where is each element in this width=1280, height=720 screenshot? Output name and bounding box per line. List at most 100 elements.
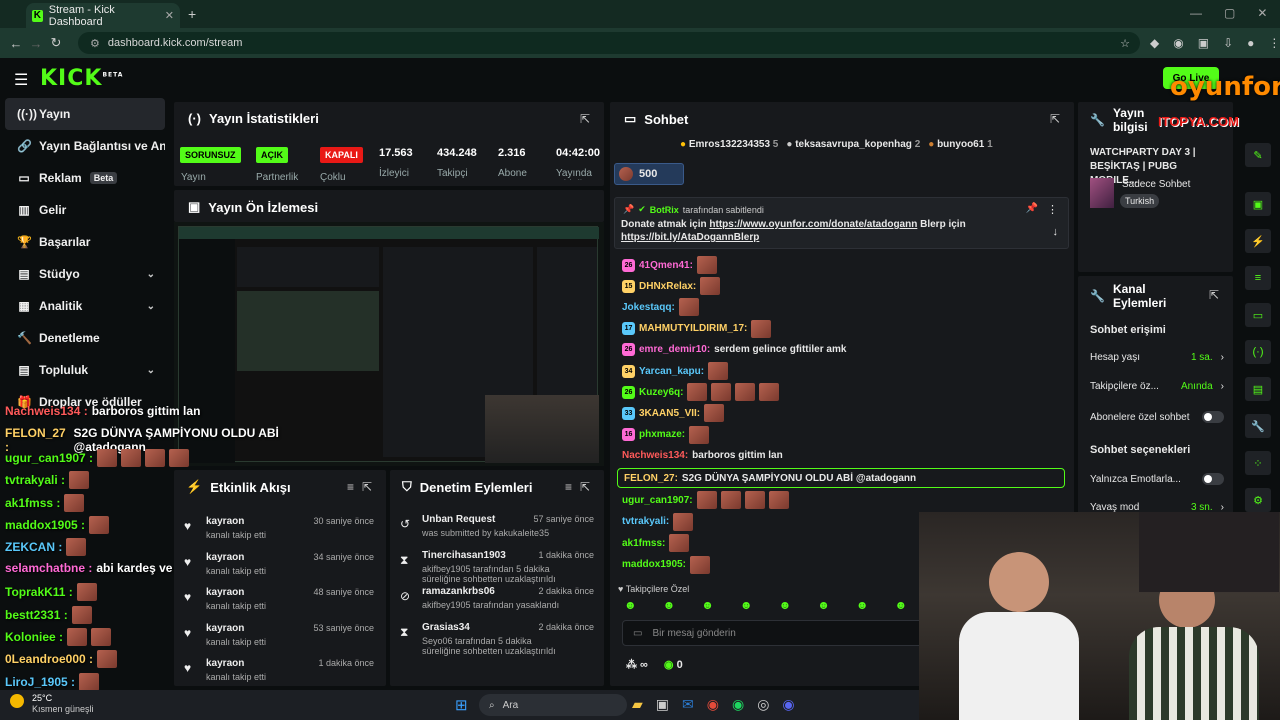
popout-icon[interactable]: ⇱ — [1050, 112, 1060, 126]
chat-message[interactable]: 26 Kuzey6q: — [622, 383, 780, 402]
sidebar-item-analitik[interactable]: ▦ Analitik ⌄ — [5, 290, 165, 322]
chat-message[interactable]: Nachweis134: barboros gittim lan — [622, 447, 783, 465]
quick-list-icon[interactable]: ≡ — [1245, 266, 1271, 290]
chat-message[interactable]: Jokestaqq: — [622, 298, 699, 317]
activity-user[interactable]: kayraon — [206, 587, 244, 598]
kick-logo[interactable]: KICKBETA — [40, 66, 123, 91]
emote-6-icon[interactable]: ☻ — [817, 598, 830, 612]
emote-7-icon[interactable]: ☻ — [856, 598, 869, 612]
activity-user[interactable]: kayraon — [206, 552, 244, 563]
sidebar-item-basarilar[interactable]: 🏆 Başarılar — [5, 226, 165, 258]
chat-username[interactable]: Yarcan_kapu: — [639, 366, 704, 377]
quick-dots-icon[interactable]: ⁘ — [1245, 451, 1271, 475]
chat-message[interactable]: ak1fmss: — [622, 534, 690, 552]
emote-8-icon[interactable]: ☻ — [894, 598, 907, 612]
goal-badge[interactable]: 500 — [614, 163, 684, 185]
emote-2-icon[interactable]: ☻ — [663, 598, 676, 612]
highlighted-message[interactable]: FELON_27: S2G DÜNYA ŞAMPİYONU OLDU ABİ @a… — [617, 468, 1065, 488]
moderation-user[interactable]: Tinercihasan1903 — [422, 550, 506, 561]
emote-4-icon[interactable]: ☻ — [740, 598, 753, 612]
url-bar[interactable]: ⚙ dashboard.kick.com/stream ☆ — [78, 32, 1140, 54]
chat-message[interactable]: 26 emre_demir10: serdem gelince gfittiler … — [622, 341, 846, 359]
window-close-icon[interactable]: ✕ — [1257, 6, 1267, 20]
windows-start-icon[interactable]: ⊞ — [455, 696, 468, 714]
quick-edit-icon[interactable]: ✎ — [1245, 143, 1271, 167]
maximize-icon[interactable]: ▢ — [1224, 6, 1235, 20]
popout-icon[interactable]: ⇱ — [1209, 288, 1219, 302]
gifter-3[interactable]: ● bunyoo61 1 — [928, 139, 992, 150]
chat-username[interactable]: tvtrakyali: — [622, 516, 669, 527]
quick-chat-icon[interactable]: ▭ — [1245, 303, 1271, 327]
expand-arrow-icon[interactable]: ↓ — [1053, 226, 1059, 238]
chat-message[interactable]: maddox1905: — [622, 555, 710, 574]
outlook-icon[interactable]: ✉ — [682, 696, 694, 713]
new-tab-icon[interactable]: + — [188, 6, 196, 22]
forward-icon[interactable]: → — [26, 33, 46, 53]
chat-username[interactable]: ak1fmss: — [622, 538, 665, 549]
category-name[interactable]: Sadece Sohbet — [1122, 179, 1190, 190]
reload-icon[interactable]: ↻ — [46, 33, 66, 53]
chat-username[interactable]: 3KAAN5_VII: — [639, 408, 700, 419]
activity-user[interactable]: kayraon — [206, 623, 244, 634]
filter-icon[interactable]: ≡ — [347, 480, 354, 494]
popout-icon[interactable]: ⇱ — [362, 480, 372, 494]
chat-username[interactable]: Jokestaqq: — [622, 302, 675, 313]
store-icon[interactable]: ▣ — [656, 696, 669, 713]
infinity-icon[interactable]: ⁂ ∞ — [626, 658, 648, 671]
browser-tab[interactable]: K Stream - Kick Dashboard ✕ — [26, 3, 180, 28]
emote-3-icon[interactable]: ☻ — [701, 598, 714, 612]
gifter-2[interactable]: ● teksasavrupa_kopenhag 2 — [786, 139, 920, 150]
back-icon[interactable]: ← — [6, 33, 26, 53]
activity-user[interactable]: kayraon — [206, 658, 244, 669]
file-explorer-icon[interactable]: ▰ — [632, 696, 643, 713]
gifter-1[interactable]: ● Emros132234353 5 — [680, 139, 778, 150]
chat-message[interactable]: 17 MAHMUTYILDIRIM_17: — [622, 319, 772, 338]
chat-message[interactable]: 33 3KAAN5_VII: — [622, 404, 725, 423]
popout-icon[interactable]: ⇱ — [580, 112, 590, 126]
emote-5-icon[interactable]: ☻ — [779, 598, 792, 612]
chat-message[interactable]: 15 DHNxRelax: — [622, 277, 721, 296]
bookmark-star-icon[interactable]: ☆ — [1120, 37, 1130, 50]
downloads-icon[interactable]: ⇩ — [1223, 36, 1233, 50]
discord-icon[interactable]: ◉ — [782, 696, 794, 713]
sidebar-item-stream-key[interactable]: 🔗 Yayın Bağlantısı ve Anahtarı — [5, 130, 165, 162]
sidebar-item-yayin[interactable]: ((·)) Yayın — [5, 98, 165, 130]
filter-icon[interactable]: ≡ — [565, 480, 572, 494]
sidebar-item-denetleme[interactable]: 🔨 Denetleme — [5, 322, 165, 354]
chat-username[interactable]: maddox1905: — [622, 559, 686, 570]
quick-wrench-icon[interactable]: 🔧 — [1245, 414, 1271, 438]
tab-close-icon[interactable]: ✕ — [165, 9, 174, 22]
extension-icon[interactable]: ◆ — [1150, 36, 1159, 50]
quick-gear-icon[interactable]: ⚙ — [1245, 488, 1271, 512]
chat-username[interactable]: phxmaze: — [639, 429, 685, 440]
site-info-icon[interactable]: ⚙ — [90, 37, 100, 50]
emote-1-icon[interactable]: ☻ — [624, 598, 637, 612]
sidebar-item-reklam[interactable]: ▭ Reklam Beta — [5, 162, 165, 194]
moderation-user[interactable]: Grasias34 — [422, 622, 470, 633]
taskbar-search[interactable]: ⌕ Ara — [479, 694, 627, 716]
obs-icon[interactable]: ◎ — [757, 696, 769, 713]
chat-username[interactable]: Kuzey6q: — [639, 387, 683, 398]
chat-message[interactable]: 16 phxmaze: — [622, 425, 710, 444]
chat-message[interactable]: 26 41Qmen41: — [622, 256, 717, 274]
sidebar-item-studyo[interactable]: ▤ Stüdyo ⌄ — [5, 258, 165, 290]
chat-username[interactable]: emre_demir10: — [639, 344, 710, 355]
puzzle-icon[interactable]: ▣ — [1198, 36, 1209, 50]
extension2-icon[interactable]: ◉ — [1173, 36, 1183, 50]
pinned-link-b[interactable]: https://bit.ly/AtaDogannBlerp — [621, 232, 759, 243]
points-row[interactable]: ◉ 0 — [664, 658, 683, 671]
emote-only-toggle[interactable] — [1202, 473, 1224, 485]
subscribers-only-toggle[interactable] — [1202, 411, 1224, 423]
more-icon[interactable]: ⋮ — [1047, 203, 1058, 216]
moderation-user[interactable]: Unban Request — [422, 514, 495, 525]
chat-message[interactable]: 34 Yarcan_kapu: — [622, 362, 729, 380]
pinned-link-a[interactable]: https://www.oyunfor.com/donate/atadogann — [709, 219, 917, 230]
chat-username[interactable]: 41Qmen41: — [639, 260, 693, 271]
chat-username[interactable]: Nachweis134: — [622, 450, 688, 461]
quick-broadcast-icon[interactable]: (·) — [1245, 340, 1271, 364]
hamburger-menu-icon[interactable]: ☰ — [14, 70, 28, 90]
unpin-icon[interactable]: 📌 — [1026, 203, 1038, 214]
chat-username[interactable]: DHNxRelax: — [639, 281, 696, 292]
chrome-icon[interactable]: ◉ — [707, 696, 719, 713]
minimize-icon[interactable]: — — [1190, 6, 1202, 20]
